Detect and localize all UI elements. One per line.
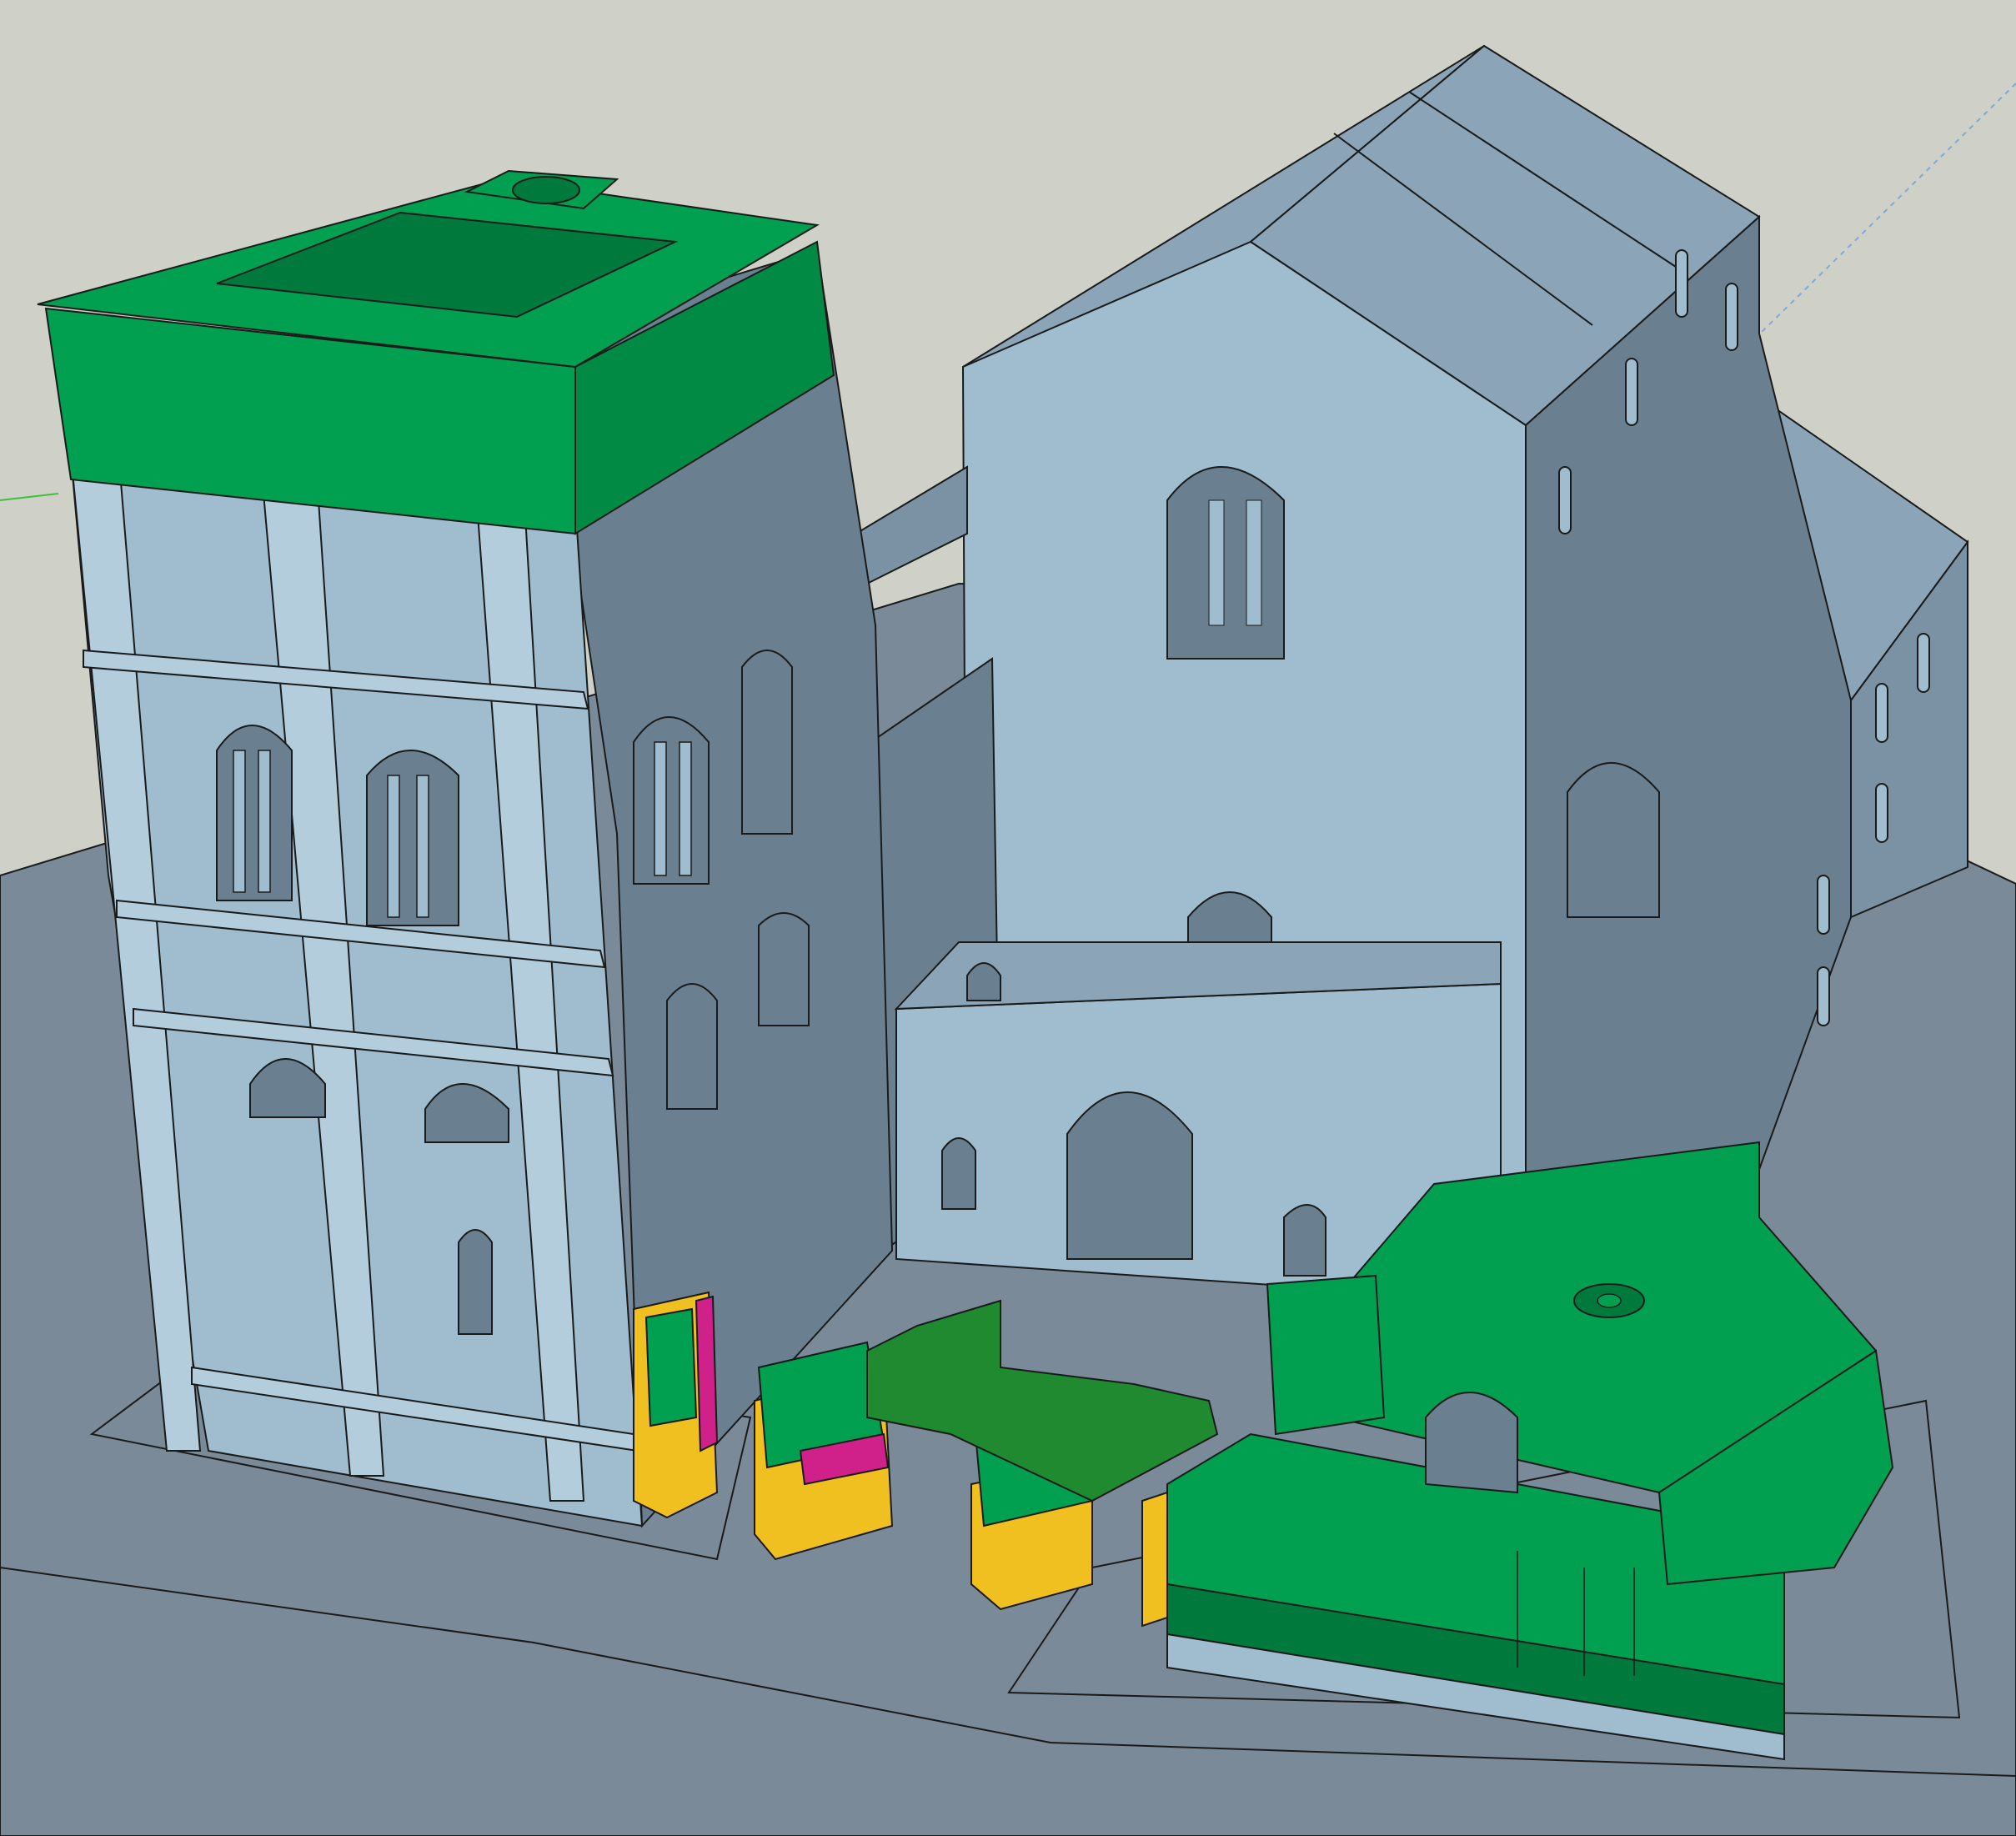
- cloister-stair-core: [1597, 1293, 1622, 1308]
- pier-fragment-yellow: [1141, 1491, 1168, 1628]
- arcade-window-upper: [966, 962, 1001, 1001]
- facade-window-column: [1208, 499, 1225, 626]
- arcade-window: [941, 1137, 976, 1210]
- pier-fragment-green: [644, 1307, 698, 1427]
- tower-stair-opening: [512, 176, 580, 204]
- cloister-pier-cluster: [1266, 1274, 1386, 1436]
- bell-tower[interactable]: [37, 169, 894, 1528]
- facade-window-right: [1567, 762, 1660, 918]
- model-scene[interactable]: [0, 0, 2016, 1836]
- arcade-arch: [1066, 1091, 1193, 1260]
- arcade-window: [1283, 1204, 1326, 1277]
- cloister-arch-opening: [1425, 1392, 1518, 1494]
- facade-window-column: [1246, 499, 1262, 626]
- pier-fragment-magenta: [695, 1295, 719, 1452]
- facade-window-upper: [1166, 466, 1285, 660]
- 3d-viewport[interactable]: [0, 0, 2016, 1836]
